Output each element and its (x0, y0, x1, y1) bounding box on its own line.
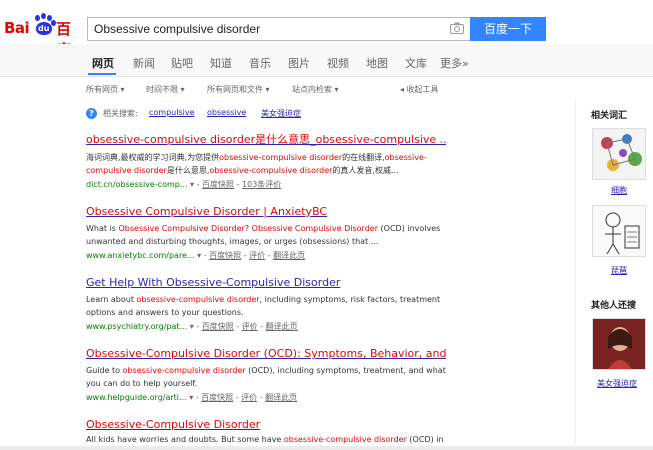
filter-all-pages[interactable]: 所有网页 ▾ (86, 84, 125, 95)
result-meta: www.anxietybc.com/pare... ▾ - 百度快照 - 评价 … (86, 251, 306, 260)
review-link[interactable]: 评价 (241, 393, 257, 402)
filter-time[interactable]: 时间不限 ▾ (146, 84, 185, 95)
question-icon: ? (86, 108, 97, 119)
header: Bai du 百度 百度一下 (0, 0, 653, 59)
tab-tieba[interactable]: 贴吧 (171, 55, 193, 71)
result-url: www.helpguide.org/arti... (86, 393, 187, 402)
result-title[interactable]: Obsessive Compulsive Disorder | AnxietyB… (86, 205, 446, 218)
search-input[interactable] (94, 21, 434, 37)
search-result: Obsessive-Compulsive Disorder All kids h… (86, 418, 446, 446)
review-link[interactable]: 评价 (242, 322, 258, 331)
result-title[interactable]: Obsessive-Compulsive Disorder (86, 418, 446, 431)
result-abstract: What is Obsessive Compulsive Disorder? O… (86, 224, 441, 246)
tab-wenku[interactable]: 文库 (405, 55, 427, 71)
related-image-pipa[interactable] (592, 205, 646, 257)
baidu-logo[interactable]: Bai du 百度 (4, 13, 82, 59)
related-vocab-heading: 相关词汇 (591, 111, 628, 121)
translate-link[interactable]: 翻译此页 (265, 393, 297, 402)
review-link[interactable]: 103条评价 (242, 180, 281, 189)
result-title[interactable]: obsessive-compulsive disorder是什么意思_obses… (86, 131, 446, 147)
tab-maps[interactable]: 地图 (366, 55, 388, 71)
result-url: www.psychiatry.org/pat... (86, 322, 188, 331)
cell-illustration-icon (601, 134, 642, 171)
tab-web[interactable]: 网页 (92, 55, 114, 71)
related-link[interactable]: 美女强迫症 (261, 108, 301, 119)
tab-video[interactable]: 视频 (327, 55, 349, 71)
result-abstract: 海词词典,最权威的学习词典,为您提供obsessive-compulsive d… (86, 153, 427, 175)
tab-zhidao[interactable]: 知道 (210, 55, 232, 71)
search-result: Obsessive-Compulsive Disorder (OCD): Sym… (86, 347, 446, 403)
related-term-link[interactable]: 细胞 (611, 185, 627, 196)
result-abstract: All kids have worries and doubts. But so… (86, 435, 444, 444)
translate-link[interactable]: 翻译此页 (266, 322, 298, 331)
active-tab-indicator (88, 73, 116, 75)
others-search-heading: 其他人还搜 (591, 301, 637, 311)
related-link[interactable]: obsessive (207, 108, 246, 117)
others-term-link[interactable]: 美女强迫症 (597, 378, 637, 389)
translate-link[interactable]: 翻译此页 (273, 251, 305, 260)
snapshot-link[interactable]: 百度快照 (201, 393, 233, 402)
search-result: obsessive-compulsive disorder是什么意思_obses… (86, 131, 446, 190)
filter-site[interactable]: 站点内检索 ▾ (292, 84, 339, 95)
related-link[interactable]: compulsive (149, 108, 195, 117)
result-title[interactable]: Get Help With Obsessive-Compulsive Disor… (86, 276, 446, 289)
paw-icon: du (33, 13, 56, 36)
logo-text-left: Bai (4, 19, 30, 37)
search-button[interactable]: 百度一下 (470, 17, 546, 41)
review-link[interactable]: 评价 (249, 251, 265, 260)
logo-paw-text: du (38, 24, 50, 33)
snapshot-link[interactable]: 百度快照 (202, 180, 234, 189)
photo-thumbnail-icon (593, 319, 645, 369)
result-title[interactable]: Obsessive-Compulsive Disorder (OCD): Sym… (86, 347, 446, 360)
result-meta: dict.cn/obsessive-comp... ▾ - 百度快照 - 103… (86, 180, 282, 189)
snapshot-link[interactable]: 百度快照 (202, 322, 234, 331)
nav-tabs: 网页 新闻 贴吧 知道 音乐 图片 视频 地图 文库 更多» (0, 44, 653, 77)
others-image[interactable] (592, 318, 646, 370)
search-result: Obsessive Compulsive Disorder | AnxietyB… (86, 205, 446, 261)
tab-more[interactable]: 更多» (440, 55, 469, 71)
related-image-cell[interactable] (592, 128, 646, 180)
divider (575, 100, 576, 445)
cartoon-illustration-icon (605, 212, 640, 255)
tab-images[interactable]: 图片 (288, 55, 310, 71)
search-tools: 所有网页 ▾ 时间不限 ▾ 所有网页和文件 ▾ 站点内检索 ▾ ◂ 收起工具 (0, 77, 653, 101)
camera-icon[interactable] (450, 22, 464, 34)
result-meta: www.helpguide.org/arti... ▾ - 百度快照 - 评价 … (86, 393, 298, 402)
related-label: 相关搜索: (103, 109, 138, 118)
result-abstract: Learn about obsessive-compulsive disorde… (86, 295, 441, 317)
result-url: dict.cn/obsessive-comp... (86, 180, 188, 189)
snapshot-link[interactable]: 百度快照 (209, 251, 241, 260)
search-box (87, 17, 470, 41)
filter-file-type[interactable]: 所有网页和文件 ▾ (207, 84, 270, 95)
result-url: www.anxietybc.com/pare... (86, 251, 195, 260)
collapse-tools-button[interactable]: ◂ 收起工具 (400, 84, 439, 95)
result-meta: www.psychiatry.org/pat... ▾ - 百度快照 - 评价 … (86, 322, 298, 331)
search-result: Get Help With Obsessive-Compulsive Disor… (86, 276, 446, 332)
tab-music[interactable]: 音乐 (249, 55, 271, 71)
related-term-link[interactable]: 琵琶 (611, 265, 627, 276)
result-abstract: Guide to obsessive-compulsive disorder (… (86, 366, 446, 388)
bottom-bar (0, 446, 653, 450)
tab-news[interactable]: 新闻 (133, 55, 155, 71)
